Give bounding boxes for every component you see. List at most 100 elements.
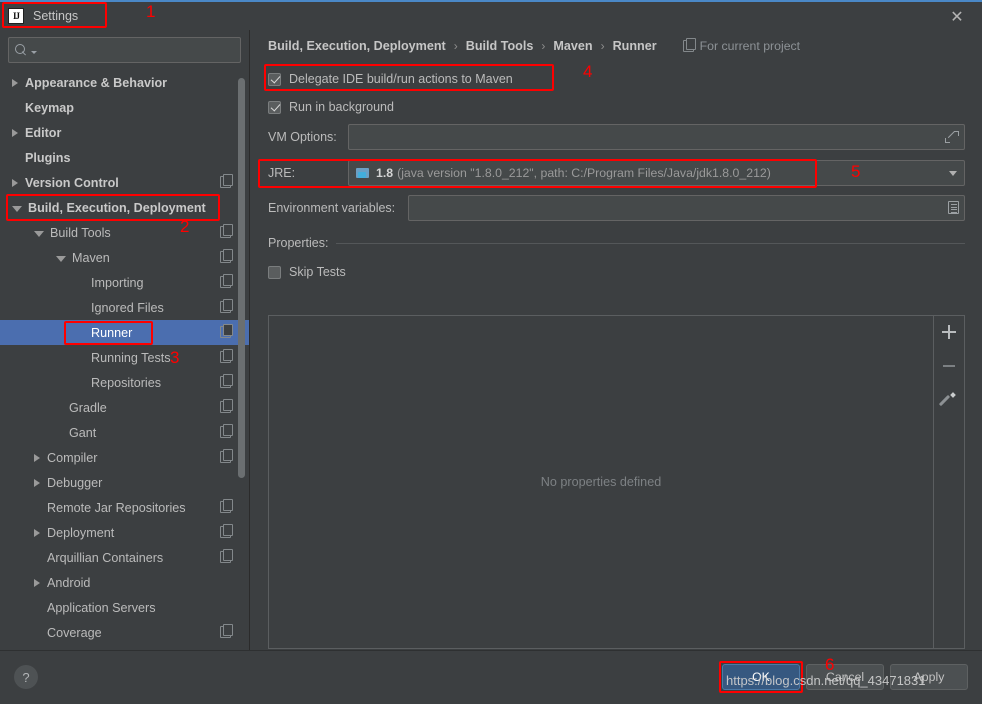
sidebar-item-maven[interactable]: Maven <box>0 245 249 270</box>
sidebar-item-keymap[interactable]: Keymap <box>0 95 249 120</box>
sidebar-item-deployment[interactable]: Deployment <box>0 520 249 545</box>
intellij-idea-icon: IJ <box>8 8 24 24</box>
settings-search-box[interactable] <box>8 37 241 63</box>
chevron-down-icon <box>31 50 37 54</box>
sidebar-item-appearance-behavior[interactable]: Appearance & Behavior <box>0 70 249 95</box>
sidebar-item-label: Importing <box>91 275 144 290</box>
sidebar-scrollbar[interactable] <box>238 78 245 478</box>
delegate-build-checkbox[interactable] <box>268 72 281 86</box>
sidebar-item-label: Version Control <box>25 175 119 190</box>
search-input[interactable] <box>41 43 234 57</box>
breadcrumb-separator: › <box>600 39 605 53</box>
run-in-background-checkbox[interactable] <box>268 100 281 114</box>
project-scope-icon <box>220 374 233 388</box>
sidebar-item-application-servers[interactable]: Application Servers <box>0 595 249 620</box>
help-button[interactable]: ? <box>14 665 38 689</box>
sidebar-item-runner[interactable]: Runner <box>0 320 249 345</box>
sidebar-item-label: Appearance & Behavior <box>25 75 168 90</box>
project-scope-icon <box>220 249 233 263</box>
chevron-down-icon[interactable] <box>34 230 44 237</box>
sidebar-item-label: Remote Jar Repositories <box>47 500 186 515</box>
sidebar-item-debugger[interactable]: Debugger <box>0 470 249 495</box>
jre-detail: (java version "1.8.0_212", path: C:/Prog… <box>397 166 771 180</box>
sidebar-item-label: Running Tests <box>91 350 171 365</box>
properties-table[interactable]: No properties defined <box>268 315 965 649</box>
breadcrumb-item-3[interactable]: Runner <box>613 39 657 53</box>
breadcrumb-item-0[interactable]: Build, Execution, Deployment <box>268 39 446 53</box>
sidebar-item-remote-jar-repositories[interactable]: Remote Jar Repositories <box>0 495 249 520</box>
sidebar-item-editor[interactable]: Editor <box>0 120 249 145</box>
chevron-right-icon[interactable] <box>34 528 40 537</box>
vm-options-input[interactable] <box>348 124 965 150</box>
sidebar-item-label: Runner <box>91 325 133 340</box>
project-scope-icon <box>220 324 233 338</box>
sidebar-item-build-tools[interactable]: Build Tools <box>0 220 249 245</box>
breadcrumb-item-2[interactable]: Maven <box>553 39 592 53</box>
environment-variables-input[interactable] <box>408 195 965 221</box>
cancel-button[interactable]: Cancel <box>806 664 884 690</box>
sidebar-item-android[interactable]: Android <box>0 570 249 595</box>
sidebar-item-running-tests[interactable]: Running Tests <box>0 345 249 370</box>
vm-options-label: VM Options: <box>268 130 337 144</box>
run-in-background-row[interactable]: Run in background <box>268 100 394 114</box>
plus-icon[interactable] <box>939 322 959 342</box>
expand-icon[interactable] <box>945 130 959 144</box>
sidebar-item-label: Maven <box>72 250 110 265</box>
sidebar-item-plugins[interactable]: Plugins <box>0 145 249 170</box>
sidebar-item-label: Coverage <box>47 625 102 640</box>
close-icon[interactable]: ✕ <box>946 6 968 28</box>
properties-empty-text: No properties defined <box>540 475 662 489</box>
apply-button[interactable]: Apply <box>890 664 968 690</box>
environment-variables-label: Environment variables: <box>268 201 396 215</box>
search-icon <box>15 43 28 57</box>
sidebar-item-importing[interactable]: Importing <box>0 270 249 295</box>
sidebar-item-arquillian-containers[interactable]: Arquillian Containers <box>0 545 249 570</box>
skip-tests-row[interactable]: Skip Tests <box>268 265 346 279</box>
chevron-down-icon[interactable] <box>56 255 66 262</box>
project-scope-icon <box>220 524 233 538</box>
list-edit-icon[interactable] <box>948 201 959 214</box>
chevron-right-icon[interactable] <box>12 78 18 87</box>
dialog-footer: ? OK Cancel Apply <box>0 650 982 704</box>
chevron-right-icon[interactable] <box>34 578 40 587</box>
pencil-icon[interactable] <box>939 390 959 410</box>
sidebar-item-compiler[interactable]: Compiler <box>0 445 249 470</box>
runner-settings-panel: Build, Execution, Deployment › Build Too… <box>251 30 982 650</box>
chevron-right-icon[interactable] <box>34 478 40 487</box>
sidebar-item-gradle[interactable]: Gradle <box>0 395 249 420</box>
minus-icon[interactable] <box>939 356 959 376</box>
chevron-right-icon[interactable] <box>12 178 18 187</box>
skip-tests-checkbox[interactable] <box>268 265 281 279</box>
settings-tree: Appearance & Behavior Keymap Editor Plugins… <box>0 70 249 650</box>
project-scope-icon <box>220 299 233 313</box>
sidebar-item-coverage[interactable]: Coverage <box>0 620 249 645</box>
properties-toolbar <box>933 316 964 648</box>
breadcrumb-item-1[interactable]: Build Tools <box>466 39 534 53</box>
sidebar-item-build-execution-deployment[interactable]: Build, Execution, Deployment <box>0 195 249 220</box>
delegate-build-label: Delegate IDE build/run actions to Maven <box>289 72 513 86</box>
breadcrumb: Build, Execution, Deployment › Build Too… <box>268 38 800 53</box>
delegate-build-row[interactable]: Delegate IDE build/run actions to Maven <box>268 72 513 86</box>
sidebar-item-repositories[interactable]: Repositories <box>0 370 249 395</box>
settings-sidebar: Appearance & Behavior Keymap Editor Plugins… <box>0 30 250 650</box>
breadcrumb-separator: › <box>453 39 458 53</box>
project-scope-icon <box>220 274 233 288</box>
run-in-background-label: Run in background <box>289 100 394 114</box>
sidebar-item-ignored-files[interactable]: Ignored Files <box>0 295 249 320</box>
jdk-icon <box>356 167 371 180</box>
sidebar-item-version-control[interactable]: Version Control <box>0 170 249 195</box>
jre-dropdown-button[interactable] <box>942 161 964 185</box>
ok-button[interactable]: OK <box>722 664 800 690</box>
chevron-down-icon[interactable] <box>12 205 22 212</box>
jre-version: 1.8 <box>376 166 394 180</box>
jre-combobox[interactable]: 1.8 (java version "1.8.0_212", path: C:/… <box>348 160 965 186</box>
search-wrapper <box>0 30 249 63</box>
sidebar-item-gant[interactable]: Gant <box>0 420 249 445</box>
chevron-right-icon[interactable] <box>12 128 18 137</box>
properties-legend-label: Properties: <box>268 236 329 250</box>
project-scope-icon <box>220 399 233 413</box>
sidebar-item-label: Editor <box>25 125 62 140</box>
chevron-right-icon[interactable] <box>34 453 40 462</box>
scope-indicator: For current project <box>682 38 800 53</box>
project-scope-icon <box>220 174 233 188</box>
